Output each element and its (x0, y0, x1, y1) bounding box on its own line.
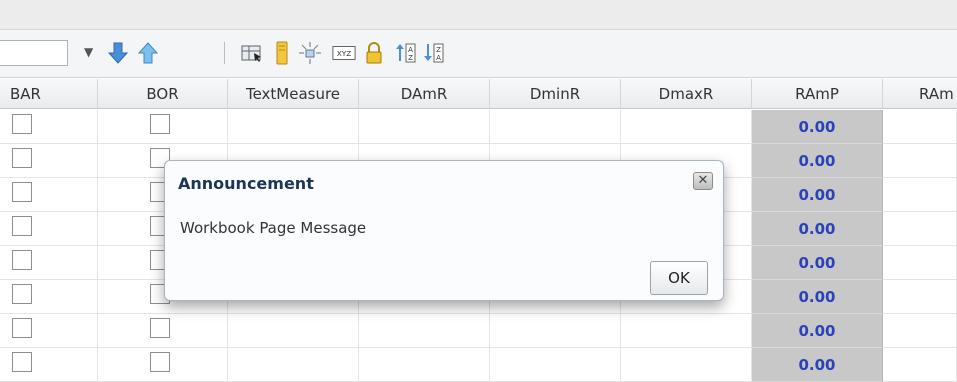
column-header-ram[interactable]: RAm (883, 79, 957, 109)
ok-button[interactable]: OK (650, 261, 708, 295)
bor-checkbox[interactable] (150, 352, 170, 372)
grid-cell[interactable] (490, 314, 621, 348)
grid-cell[interactable] (0, 178, 98, 212)
grid-cell[interactable] (98, 314, 228, 348)
grid-cell[interactable] (883, 348, 957, 382)
bor-checkbox[interactable] (150, 318, 170, 338)
ramp-cell[interactable]: 0.00 (752, 314, 883, 348)
column-header-damr[interactable]: DAmR (359, 79, 490, 109)
table-row: 0.00 (0, 348, 957, 382)
column-header-bar[interactable]: BAR (0, 79, 98, 109)
table-row: 0.00 (0, 314, 957, 348)
svg-text:A: A (408, 46, 413, 54)
sort-ascending-icon[interactable]: AZ (394, 40, 418, 66)
dialog-title: Announcement (178, 174, 314, 193)
ramp-cell[interactable]: 0.00 (752, 280, 883, 314)
highlight-icon[interactable] (270, 40, 294, 66)
grid-cell[interactable] (228, 314, 359, 348)
move-up-icon[interactable] (136, 40, 160, 66)
grid-cell[interactable] (0, 348, 98, 382)
table-row: 0.00 (0, 110, 957, 144)
grid-cell[interactable] (883, 280, 957, 314)
column-header-dminr[interactable]: DminR (490, 79, 621, 109)
grid-cell[interactable] (0, 110, 98, 144)
bar-checkbox[interactable] (12, 352, 32, 372)
bar-checkbox[interactable] (12, 250, 32, 270)
toolbar-input[interactable] (0, 40, 68, 66)
lock-icon[interactable] (362, 40, 386, 66)
grid-cell[interactable] (621, 110, 752, 144)
sort-descending-icon[interactable]: ZA (422, 40, 446, 66)
grid-cell[interactable] (883, 144, 957, 178)
grid-cell[interactable] (883, 110, 957, 144)
announcement-dialog: Announcement ✕ Workbook Page Message OK (164, 160, 724, 301)
grid-cell[interactable] (0, 212, 98, 246)
column-header-ramp[interactable]: RAmP (752, 79, 883, 109)
ramp-cell[interactable]: 0.00 (752, 348, 883, 382)
grid-cell[interactable] (883, 246, 957, 280)
ramp-cell[interactable]: 0.00 (752, 110, 883, 144)
ramp-cell[interactable]: 0.00 (752, 212, 883, 246)
grid-cell[interactable] (621, 314, 752, 348)
grid-cell[interactable] (490, 348, 621, 382)
ramp-cell[interactable]: 0.00 (752, 246, 883, 280)
grid-cell[interactable] (228, 110, 359, 144)
svg-text:Z: Z (408, 54, 413, 62)
bar-checkbox[interactable] (12, 216, 32, 236)
bar-checkbox[interactable] (12, 114, 32, 134)
grid-cell[interactable] (490, 110, 621, 144)
window-top-strip (0, 0, 957, 30)
grid-cell[interactable] (359, 314, 490, 348)
dialog-message: Workbook Page Message (180, 219, 367, 237)
grid-cell[interactable] (228, 348, 359, 382)
bar-checkbox[interactable] (12, 182, 32, 202)
column-header-dmaxr[interactable]: DmaxR (621, 79, 752, 109)
grid-cell[interactable] (0, 280, 98, 314)
grid-cell[interactable] (98, 110, 228, 144)
grid-cell[interactable] (883, 178, 957, 212)
select-columns-icon[interactable] (240, 40, 264, 66)
grid-cell[interactable] (0, 314, 98, 348)
grid-cell[interactable] (0, 246, 98, 280)
grid-cell[interactable] (98, 348, 228, 382)
ramp-cell[interactable]: 0.00 (752, 144, 883, 178)
explode-icon[interactable] (298, 40, 322, 66)
svg-text:XYZ: XYZ (337, 49, 352, 58)
column-header-textmeasure[interactable]: TextMeasure (228, 79, 359, 109)
grid-cell[interactable] (359, 348, 490, 382)
grid-cell[interactable] (0, 144, 98, 178)
close-icon[interactable]: ✕ (693, 172, 713, 190)
svg-text:Z: Z (436, 46, 441, 54)
grid-cell[interactable] (883, 212, 957, 246)
bor-checkbox[interactable] (150, 114, 170, 134)
caret-down-icon[interactable]: ▼ (84, 45, 93, 59)
grid-header: BAR BOR TextMeasure DAmR DminR DmaxR RAm… (0, 79, 957, 109)
grid-cell[interactable] (883, 314, 957, 348)
grid-cell[interactable] (621, 348, 752, 382)
svg-text:A: A (436, 54, 441, 62)
column-header-bor[interactable]: BOR (98, 79, 228, 109)
bar-checkbox[interactable] (12, 318, 32, 338)
toolbar-separator (224, 42, 225, 64)
bar-checkbox[interactable] (12, 148, 32, 168)
grid-cell[interactable] (359, 110, 490, 144)
toolbar: ▼ XYZ AZ ZA (0, 30, 957, 78)
ramp-cell[interactable]: 0.00 (752, 178, 883, 212)
move-down-icon[interactable] (106, 40, 130, 66)
bar-checkbox[interactable] (12, 284, 32, 304)
xyz-icon[interactable]: XYZ (332, 40, 356, 66)
